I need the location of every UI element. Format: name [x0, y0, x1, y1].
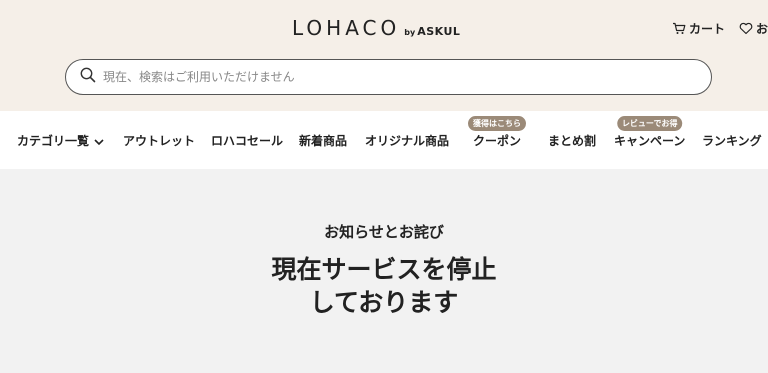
notice-title-line-2: しております — [309, 288, 459, 317]
header-actions: カート お — [672, 20, 768, 37]
nav-item-label: アウトレット — [123, 134, 196, 148]
site-header: LOHACO by ASKUL カート お — [0, 0, 768, 111]
logo-main-text: LOHACO — [292, 16, 401, 40]
category-nav: カテゴリ一覧 アウトレット ロハコセール 新着商品 オリジナル商品 獲得はこちら… — [0, 111, 768, 169]
logo-brand-text: ASKUL — [417, 25, 461, 38]
notice-subtitle: お知らせとお詫び — [324, 223, 444, 241]
nav-item-ranking[interactable]: ランキング — [702, 132, 762, 149]
favorites-label: お — [756, 22, 768, 36]
nav-item-label: ランキング — [702, 134, 762, 148]
chevron-down-icon — [94, 135, 104, 149]
search-input[interactable] — [103, 70, 663, 84]
logo-by-text: by — [404, 28, 416, 37]
heart-icon — [739, 22, 753, 35]
nav-item-label: ロハコセール — [211, 134, 284, 148]
nav-item-outlet[interactable]: アウトレット — [123, 132, 195, 149]
nav-item-bundle-discount[interactable]: まとめ割 — [548, 132, 596, 149]
search-box[interactable] — [65, 59, 712, 95]
nav-item-label: 新着商品 — [299, 134, 348, 148]
cart-link[interactable]: カート — [672, 20, 725, 37]
service-notice: お知らせとお詫び 現在サービスを停止 しております — [0, 169, 768, 373]
notice-title-line-1: 現在サービスを停止 — [271, 255, 497, 284]
nav-item-label: キャンペーン — [614, 134, 686, 148]
coupon-badge: 獲得はこちら — [468, 116, 526, 131]
cart-label: カート — [689, 22, 726, 36]
nav-item-label: カテゴリ一覧 — [17, 134, 90, 148]
nav-item-original-products[interactable]: オリジナル商品 — [365, 132, 449, 149]
lohaco-logo[interactable]: LOHACO by ASKUL — [292, 16, 460, 42]
nav-item-category-list[interactable]: カテゴリ一覧 — [17, 132, 104, 149]
campaign-badge: レビューでお得 — [616, 116, 683, 131]
search-icon — [80, 67, 103, 87]
nav-item-coupon[interactable]: 獲得はこちら クーポン — [468, 116, 526, 149]
nav-item-label: まとめ割 — [548, 134, 597, 148]
notice-title: 現在サービスを停止 しております — [0, 253, 768, 319]
nav-item-campaign[interactable]: レビューでお得 キャンペーン — [614, 116, 686, 149]
cart-icon — [672, 22, 686, 35]
nav-item-new-arrivals[interactable]: 新着商品 — [299, 132, 347, 149]
favorites-link[interactable]: お — [739, 20, 768, 37]
nav-item-label: クーポン — [473, 134, 522, 148]
nav-item-lohaco-sale[interactable]: ロハコセール — [211, 132, 283, 149]
nav-item-label: オリジナル商品 — [365, 134, 450, 148]
